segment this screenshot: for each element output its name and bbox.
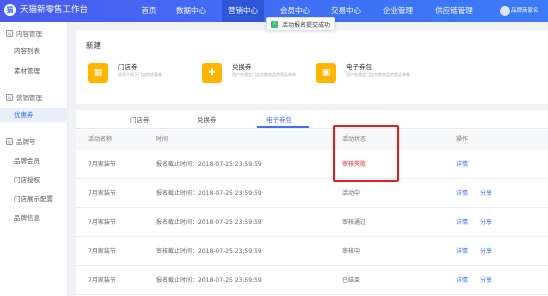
- wallet-icon: ▣: [316, 63, 336, 83]
- sidebar-group-label: 内容管理: [16, 30, 42, 38]
- sidebar-group-marketing[interactable]: ▤ 营销管理: [6, 92, 42, 102]
- card-desc: 用户在规定门店兑换商品的凭证券券: [346, 72, 410, 77]
- card-coupon-pack[interactable]: ▣ 电子券包 用户在规定门店兑换商品的凭证券券: [316, 61, 424, 87]
- column-header: 时间: [156, 136, 169, 143]
- toast-message: 活动报名提交成功: [282, 21, 331, 29]
- sidebar-group-label: 品牌号: [16, 138, 36, 146]
- app-title: 天猫新零售工作台: [20, 5, 89, 15]
- content-icon: ▤: [6, 29, 13, 37]
- card-title: 门店券: [118, 63, 138, 71]
- activity-name: 7月家装节: [88, 190, 116, 197]
- tab-exchange-coupon[interactable]: 兑换券: [197, 113, 217, 127]
- nav-supply-chain[interactable]: 供应链管理: [428, 0, 480, 22]
- user-name[interactable]: 品牌商家名: [511, 0, 539, 22]
- app-logo[interactable]: 猫 天猫新零售工作台: [4, 3, 88, 17]
- sidebar-item-content-list[interactable]: 内容列表: [0, 44, 68, 58]
- share-link[interactable]: 分享: [480, 267, 492, 295]
- activity-name: 7月家装节: [88, 219, 116, 226]
- card-desc: 用户在规定门店兑换商品的凭证券券: [232, 72, 296, 77]
- details-link[interactable]: 详情: [456, 180, 468, 208]
- card-title: 电子券包: [346, 63, 372, 71]
- card-exchange-coupon[interactable]: ✚ 兑换券 用户在规定门店兑换商品的凭证券券: [202, 61, 310, 87]
- sidebar-item-brand-info[interactable]: 品牌信息: [0, 211, 68, 225]
- table-header: 活动名称 时间 活动状态 操作: [76, 130, 548, 150]
- activity-name: 7月家装节: [88, 161, 116, 168]
- card-desc: 适用于线下门店的优惠券: [118, 72, 162, 77]
- sidebar: ▤ 内容管理 内容列表 素材管理 ▤ 营销管理 优惠券 ▤ 品牌号 品牌会员 门…: [0, 22, 68, 296]
- activity-status: 已结束: [342, 277, 361, 284]
- sidebar-item-store-auth[interactable]: 门店授权: [0, 173, 68, 187]
- column-header: 操作: [456, 136, 469, 143]
- sidebar-group-content[interactable]: ▤ 内容管理: [6, 28, 42, 38]
- activity-status: 审核通过: [342, 219, 367, 226]
- details-link[interactable]: 详情: [456, 267, 468, 295]
- nav-marketing-center[interactable]: 营销中心: [222, 0, 264, 22]
- sidebar-item-brand-member[interactable]: 品牌会员: [0, 154, 68, 168]
- check-icon: ✓: [271, 20, 278, 28]
- activity-time: 报名截止时间：2018-07-25 23:59:59: [156, 219, 262, 226]
- activity-name: 7月家装节: [88, 248, 116, 255]
- activity-time: 报名截止时间：2018-07-25 23:59:59: [156, 277, 262, 284]
- card-title: 兑换券: [232, 63, 252, 71]
- activity-time: 报名截止时间：2018-07-25 23:59:59: [156, 190, 262, 197]
- details-link[interactable]: 详情: [456, 209, 468, 237]
- activity-status: 审核中: [342, 248, 361, 255]
- details-link[interactable]: 详情: [456, 238, 468, 266]
- brand-icon: ▤: [6, 137, 13, 145]
- column-header: 活动状态: [342, 136, 367, 143]
- sidebar-item-coupons[interactable]: 优惠券: [0, 108, 68, 122]
- details-link[interactable]: 详情: [456, 151, 468, 179]
- sidebar-item-store-display[interactable]: 门店展示配置: [0, 192, 68, 206]
- column-header: 活动名称: [88, 136, 113, 143]
- marketing-icon: ▤: [6, 93, 13, 101]
- activity-status: 审核失败: [342, 161, 367, 168]
- activity-time: 审核截止时间：2018-07-25 23:59:59: [156, 248, 262, 255]
- sidebar-item-material[interactable]: 素材管理: [0, 64, 68, 78]
- activity-status: 活动中: [342, 190, 361, 197]
- main-content: 新建 ▦ 门店券 适用于线下门店的优惠券 ✚ 兑换券 用户在规定门店兑换商品的凭…: [76, 30, 548, 296]
- tab-divider: [76, 128, 548, 129]
- success-toast: ✓ 活动报名提交成功: [266, 17, 335, 31]
- activity-name: 7月家装节: [88, 277, 116, 284]
- sidebar-group-label: 营销管理: [16, 94, 42, 102]
- table-row: 7月家装节 报名截止时间：2018-07-25 23:59:59 审核通过 详情…: [76, 209, 548, 237]
- nav-enterprise[interactable]: 企业管理: [378, 0, 418, 22]
- nav-data-center[interactable]: 数据中心: [171, 0, 211, 22]
- gift-icon: ✚: [202, 63, 222, 83]
- table-row: 7月家装节 报名截止时间：2018-07-25 23:59:59 审核失败 详情: [76, 151, 548, 179]
- table-row: 7月家装节 报名截止时间：2018-07-25 23:59:59 已结束 详情 …: [76, 267, 548, 295]
- section-divider: [76, 104, 548, 110]
- card-store-coupon[interactable]: ▦ 门店券 适用于线下门店的优惠券: [88, 61, 196, 87]
- share-link[interactable]: 分享: [480, 209, 492, 237]
- section-title: 新建: [86, 41, 101, 50]
- table-row: 7月家装节 报名截止时间：2018-07-25 23:59:59 活动中 详情 …: [76, 180, 548, 208]
- table-row: 7月家装节 审核截止时间：2018-07-25 23:59:59 审核中 详情 …: [76, 238, 548, 266]
- tab-coupon-pack[interactable]: 电子券包: [266, 113, 292, 127]
- activity-time: 报名截止时间：2018-07-25 23:59:59: [156, 161, 262, 168]
- share-link[interactable]: 分享: [480, 238, 492, 266]
- nav-home[interactable]: 首页: [138, 0, 160, 22]
- store-icon: ▦: [88, 63, 108, 83]
- sidebar-group-brand[interactable]: ▤ 品牌号: [6, 136, 36, 146]
- share-link[interactable]: 分享: [480, 180, 492, 208]
- tab-store-coupon[interactable]: 门店券: [130, 113, 150, 127]
- avatar[interactable]: [500, 6, 510, 16]
- tmall-logo-icon: 猫: [4, 4, 16, 16]
